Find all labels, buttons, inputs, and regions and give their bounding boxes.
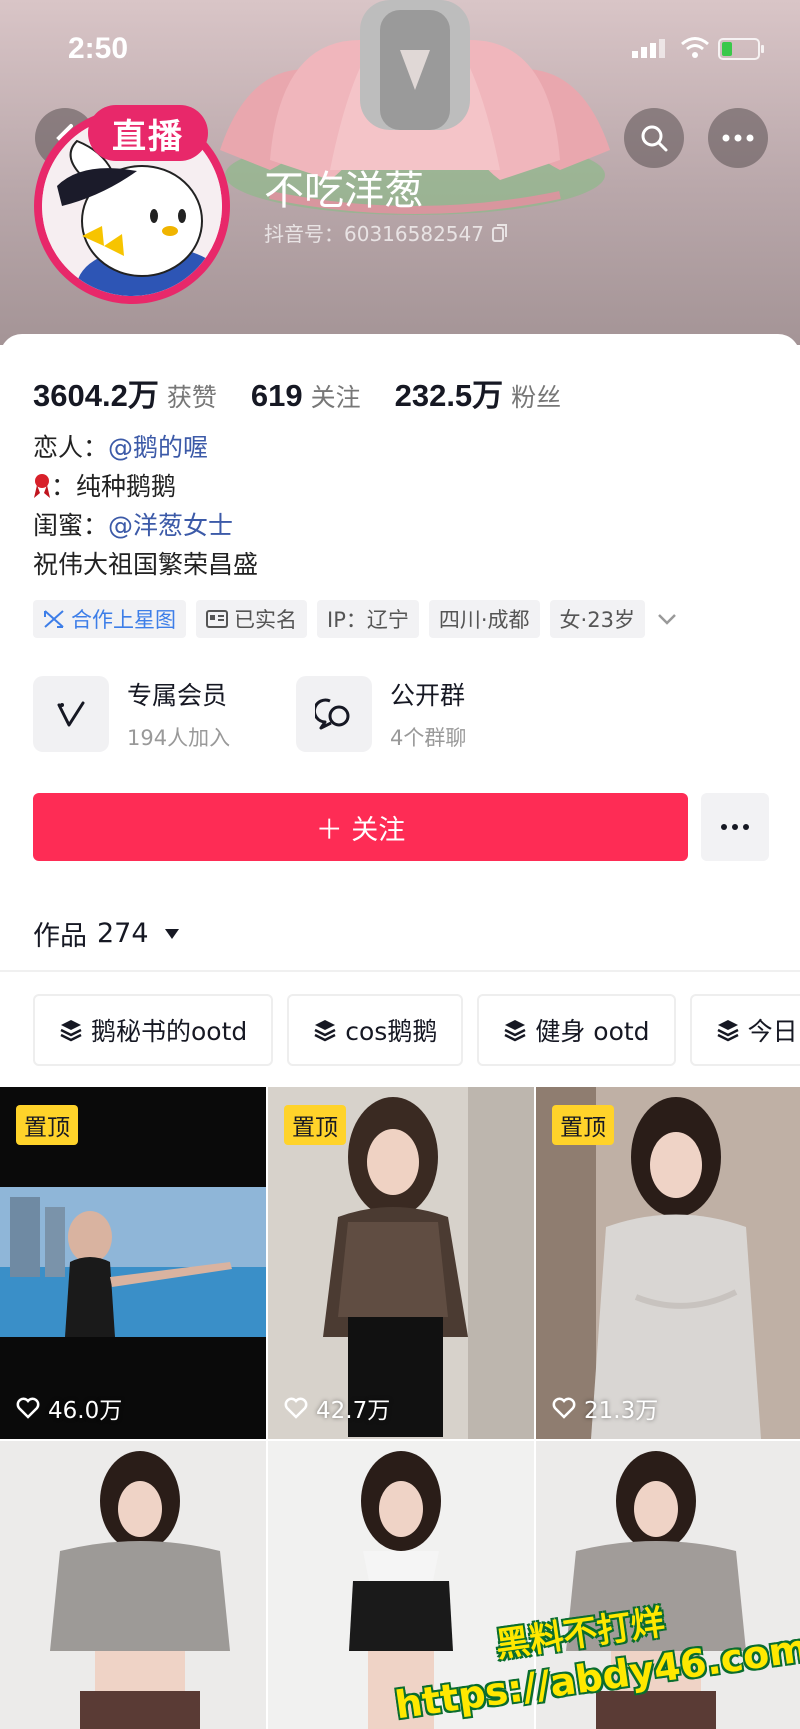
bio: 恋人：@鹅的喔 ：纯种鹅鹅 闺蜜：@洋葱女士 祝伟大祖国繁荣昌盛	[33, 428, 258, 584]
video-likes: 46.0万	[16, 1391, 122, 1425]
collection-chip[interactable]: 今日	[689, 994, 800, 1066]
tag-gender-age[interactable]: 女·23岁	[549, 600, 645, 638]
works-count: 274	[97, 918, 149, 949]
signal-icon	[632, 39, 665, 58]
public-group-subtitle: 4个群聊	[390, 726, 467, 750]
video-thumbnail[interactable]: 置顶 46.0万	[0, 1087, 266, 1439]
exclusive-member-subtitle: 194人加入	[127, 726, 231, 750]
chevron-down-icon[interactable]	[655, 607, 679, 631]
battery-icon	[718, 38, 764, 60]
copy-icon	[491, 223, 507, 242]
collection-label: 健身 ootd	[535, 1017, 650, 1046]
bio-line-ribbon: ：纯种鹅鹅	[33, 467, 258, 506]
tag-row: 合作上星图 已实名 IP：辽宁 四川·成都 女·23岁	[33, 600, 679, 638]
stack-icon	[314, 1020, 336, 1042]
collection-chip[interactable]: 鹅秘书的ootd	[33, 994, 274, 1066]
status-time: 2:50	[68, 32, 129, 65]
caret-down-icon	[164, 928, 179, 939]
collection-chip[interactable]: cos鹅鹅	[287, 994, 464, 1066]
exclusive-member-entry[interactable]: 专属会员 194人加入	[33, 676, 230, 752]
works-label: 作品	[33, 921, 87, 952]
collection-label: 鹅秘书的ootd	[91, 1017, 248, 1046]
pinned-badge: 置顶	[16, 1105, 78, 1145]
profile-name: 不吃洋葱	[264, 168, 424, 214]
star-map-icon	[44, 610, 64, 628]
more-dots-icon	[721, 824, 749, 830]
status-bar: 2:50	[0, 0, 800, 100]
following-count[interactable]: 619	[251, 378, 303, 414]
bio-lover-label: 恋人：	[33, 433, 109, 462]
stack-icon	[717, 1020, 739, 1042]
heart-icon	[552, 1397, 576, 1419]
video-thumbnail[interactable]	[0, 1441, 266, 1729]
bio-ribbon-text: ：纯种鹅鹅	[51, 472, 177, 501]
chat-icon	[296, 676, 372, 752]
bio-line-bestie: 闺蜜：@洋葱女士	[33, 506, 258, 545]
pinned-badge: 置顶	[552, 1105, 614, 1145]
stack-icon	[60, 1020, 82, 1042]
bio-lover-link[interactable]: @鹅的喔	[108, 433, 208, 462]
thumbnail-image	[0, 1441, 266, 1729]
video-likes: 21.3万	[552, 1391, 658, 1425]
ribbon-icon	[34, 474, 50, 498]
douyin-id[interactable]: 抖音号：60316582547	[264, 218, 508, 247]
bio-line-lover: 恋人：@鹅的喔	[33, 428, 258, 467]
public-group-entry[interactable]: 公开群 4个群聊	[296, 676, 466, 752]
tag-verified-label: 已实名	[234, 608, 297, 632]
collection-label: 今日	[747, 1017, 798, 1046]
id-card-icon	[206, 610, 228, 628]
following-label: 关注	[310, 383, 361, 412]
public-group-title: 公开群	[390, 681, 466, 710]
stack-icon	[504, 1020, 526, 1042]
video-thumbnail[interactable]: 置顶 42.7万	[268, 1087, 534, 1439]
collection-chip[interactable]: 健身 ootd	[477, 994, 676, 1066]
search-button[interactable]	[624, 108, 684, 168]
douyin-id-text: 抖音号：60316582547	[264, 222, 484, 246]
bio-bestie-link[interactable]: @洋葱女士	[108, 511, 233, 540]
video-likes-count: 21.3万	[584, 1398, 659, 1424]
exclusive-member-title: 专属会员	[127, 681, 228, 710]
followers-count[interactable]: 232.5万	[395, 370, 504, 415]
tag-star-map[interactable]: 合作上星图	[33, 600, 186, 638]
divider	[0, 970, 800, 972]
followers-label: 粉丝	[511, 383, 562, 412]
video-likes-count: 42.7万	[316, 1398, 391, 1424]
wifi-icon	[681, 37, 709, 58]
v-icon	[33, 676, 109, 752]
profile-header: 2:50 直播 不吃洋葱 抖音号：60316582547	[0, 0, 800, 345]
bio-bestie-label: 闺蜜：	[33, 511, 109, 540]
collection-row: 鹅秘书的ootd cos鹅鹅 健身 ootd 今日	[33, 994, 800, 1066]
follow-button[interactable]: ＋ 关注	[33, 793, 688, 861]
more-dots-icon	[722, 134, 754, 142]
more-button[interactable]	[708, 108, 768, 168]
stats-row: 3604.2万 获赞 619 关注 232.5万 粉丝	[33, 370, 595, 415]
collection-label: cos鹅鹅	[345, 1017, 438, 1046]
likes-label: 获赞	[166, 383, 217, 412]
tag-ip[interactable]: IP：辽宁	[317, 600, 419, 638]
live-badge[interactable]: 直播	[88, 105, 208, 161]
likes-count[interactable]: 3604.2万	[33, 370, 159, 415]
search-icon	[641, 125, 668, 152]
video-thumbnail[interactable]: 置顶 21.3万	[536, 1087, 800, 1439]
tag-star-map-label: 合作上星图	[71, 608, 176, 632]
follow-more-button[interactable]	[701, 793, 769, 861]
works-tab[interactable]: 作品 274	[33, 914, 179, 953]
tag-verified[interactable]: 已实名	[196, 600, 307, 638]
video-likes-count: 46.0万	[48, 1398, 123, 1424]
bio-line-motto: 祝伟大祖国繁荣昌盛	[33, 550, 259, 579]
heart-icon	[16, 1397, 40, 1419]
pinned-badge: 置顶	[284, 1105, 346, 1145]
heart-icon	[284, 1397, 308, 1419]
video-likes: 42.7万	[284, 1391, 390, 1425]
tag-city[interactable]: 四川·成都	[428, 600, 540, 638]
